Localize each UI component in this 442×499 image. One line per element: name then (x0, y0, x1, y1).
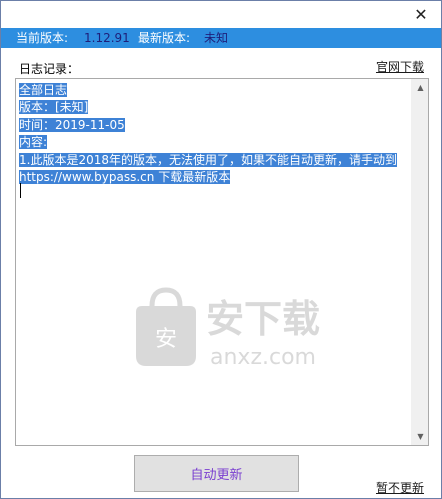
close-icon: ✕ (414, 5, 428, 24)
auto-update-button[interactable]: 自动更新 (134, 455, 299, 492)
log-line: 1.此版本是2018年的版本，无法使用了，如果不能自动更新，请手动到 (19, 152, 397, 167)
latest-version-label: 最新版本: (138, 31, 191, 45)
log-content: 全部日志 版本：[未知] 时间：2019-11-05 内容: 1.此版本是201… (19, 82, 411, 186)
official-download-link[interactable]: 官网下载 (376, 58, 424, 75)
scroll-up-icon[interactable]: ▲ (412, 79, 428, 96)
current-version-value: 1.12.91 (84, 31, 130, 45)
version-bar: 当前版本: 1.12.91 最新版本: 未知 (1, 28, 441, 70)
log-label: 日志记录： (19, 62, 80, 76)
log-textarea[interactable]: 全部日志 版本：[未知] 时间：2019-11-05 内容: 1.此版本是201… (15, 78, 429, 446)
skip-update-link[interactable]: 暂不更新 (376, 479, 424, 496)
watermark-bag-text: 安 (155, 327, 177, 352)
latest-version-value: 未知 (204, 31, 229, 45)
log-line: https://www.bypass.cn 下载最新版本 (19, 170, 231, 185)
close-button[interactable]: ✕ (401, 1, 441, 28)
log-line: 时间：2019-11-05 (19, 117, 125, 132)
current-version-label: 当前版本: (16, 31, 69, 45)
watermark-sub-text: anxz.com (210, 345, 316, 370)
log-line: 全部日志 (19, 83, 68, 97)
resize-grip-icon[interactable] (430, 61, 439, 70)
text-caret (20, 183, 21, 198)
watermark-main-text: 安下载 (206, 297, 320, 341)
log-line: 内容: (19, 135, 48, 150)
watermark-logo: 安 安下载 anxz.com (136, 287, 320, 370)
scroll-down-icon[interactable]: ▼ (412, 428, 428, 445)
log-line: 版本：[未知] (19, 100, 89, 115)
vertical-scrollbar[interactable]: ▲ ▼ (411, 79, 428, 445)
title-bar: ✕ (1, 1, 441, 28)
